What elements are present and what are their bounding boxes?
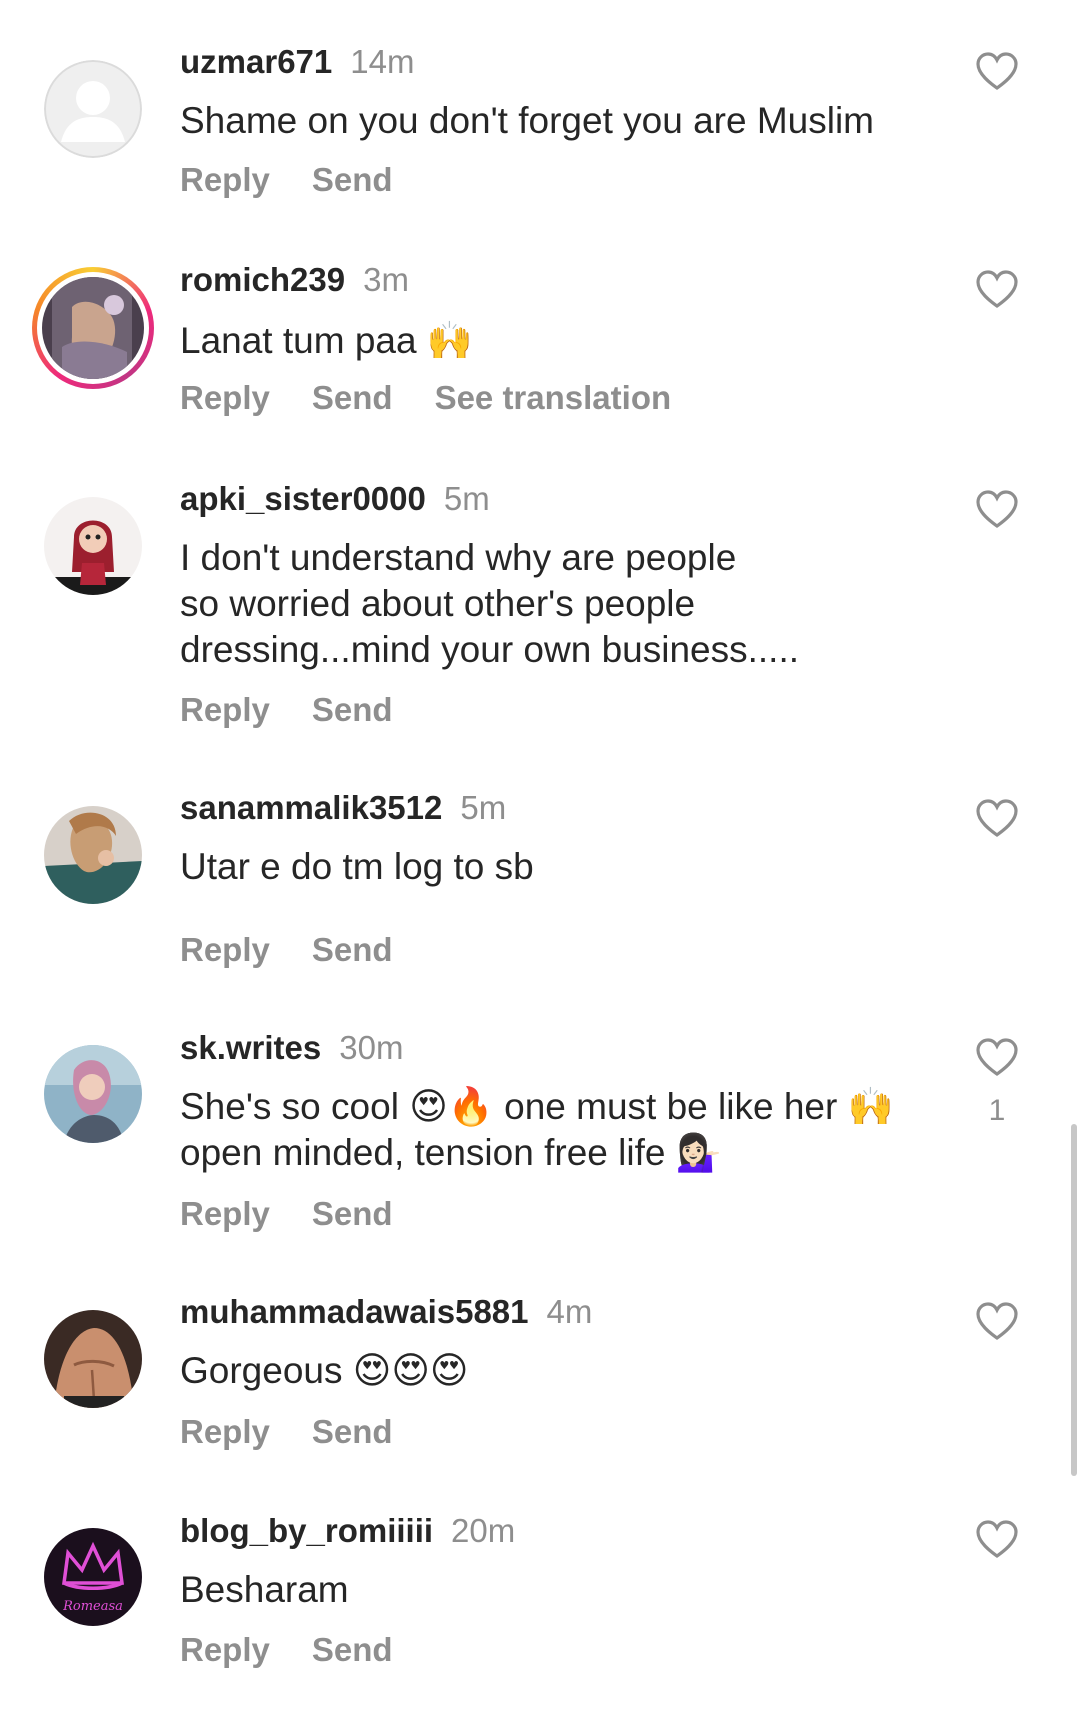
comment-actions: Reply Send xyxy=(180,160,435,200)
photo-avatar xyxy=(44,1310,142,1408)
username[interactable]: uzmar671 xyxy=(180,43,332,80)
send-button[interactable]: Send xyxy=(312,1413,393,1450)
heart-icon[interactable] xyxy=(974,488,1020,530)
reply-button[interactable]: Reply xyxy=(180,691,270,728)
avatar[interactable] xyxy=(44,1310,142,1408)
default-user-icon xyxy=(44,60,142,158)
comment-text: She's so cool 😍🔥 one must be like her 🙌 … xyxy=(180,1086,894,1173)
photo-avatar xyxy=(42,277,144,379)
comment-text: Besharam xyxy=(180,1569,349,1610)
send-button[interactable]: Send xyxy=(312,1195,393,1232)
username[interactable]: blog_by_romiiiii xyxy=(180,1512,433,1549)
avatar-with-story-ring[interactable] xyxy=(32,267,154,389)
timestamp: 3m xyxy=(363,261,409,298)
heart-icon[interactable] xyxy=(974,1036,1020,1078)
avatar-logo-text: Romeasa xyxy=(62,1599,123,1614)
comment-text: I don't understand why are people so wor… xyxy=(180,537,800,670)
crown-logo-avatar: Romeasa xyxy=(44,1528,142,1626)
comment-actions: Reply Send xyxy=(180,1630,435,1670)
cartoon-avatar xyxy=(44,497,142,595)
timestamp: 20m xyxy=(451,1512,516,1549)
avatar[interactable] xyxy=(44,497,142,595)
heart-icon[interactable] xyxy=(974,50,1020,92)
avatar[interactable] xyxy=(44,1045,142,1143)
heart-icon[interactable] xyxy=(974,268,1020,310)
send-button[interactable]: Send xyxy=(312,379,393,416)
comment-actions: Reply Send See translation xyxy=(180,378,713,418)
send-button[interactable]: Send xyxy=(312,161,393,198)
comment-header: apki_sister0000 5m xyxy=(180,479,490,519)
comment-header: sk.writes 30m xyxy=(180,1028,403,1068)
avatar[interactable]: Romeasa xyxy=(44,1528,142,1626)
comment-text: Lanat tum paa 🙌 xyxy=(180,320,473,361)
reply-button[interactable]: Reply xyxy=(180,1195,270,1232)
username[interactable]: romich239 xyxy=(180,261,345,298)
comment-header: muhammadawais5881 4m xyxy=(180,1292,592,1332)
heart-icon[interactable] xyxy=(974,1518,1020,1560)
heart-icon[interactable] xyxy=(974,797,1020,839)
timestamp: 14m xyxy=(350,43,415,80)
timestamp: 30m xyxy=(339,1029,404,1066)
send-button[interactable]: Send xyxy=(312,931,393,968)
scrollbar[interactable] xyxy=(1071,1124,1077,1476)
comment-header: uzmar671 14m xyxy=(180,42,414,82)
timestamp: 5m xyxy=(443,480,490,517)
timestamp: 5m xyxy=(460,789,507,826)
send-button[interactable]: Send xyxy=(312,1631,393,1668)
comment-header: blog_by_romiiiii 20m xyxy=(180,1511,515,1551)
comment-text: Utar e do tm log to sb xyxy=(180,846,534,887)
like-count[interactable]: 1 xyxy=(984,1094,1010,1128)
comment-actions: Reply Send xyxy=(180,1412,435,1452)
username[interactable]: sk.writes xyxy=(180,1029,321,1066)
username[interactable]: apki_sister0000 xyxy=(180,480,426,517)
comment-actions: Reply Send xyxy=(180,930,435,970)
reply-button[interactable]: Reply xyxy=(180,1413,270,1450)
timestamp: 4m xyxy=(546,1293,593,1330)
comment-header: romich239 3m xyxy=(180,260,409,300)
reply-button[interactable]: Reply xyxy=(180,1631,270,1668)
avatar[interactable] xyxy=(44,60,142,158)
photo-avatar xyxy=(44,806,142,904)
reply-button[interactable]: Reply xyxy=(180,161,270,198)
comment-text: Shame on you don't forget you are Muslim xyxy=(180,100,874,141)
send-button[interactable]: Send xyxy=(312,691,393,728)
avatar[interactable] xyxy=(44,806,142,904)
reply-button[interactable]: Reply xyxy=(180,931,270,968)
username[interactable]: muhammadawais5881 xyxy=(180,1293,529,1330)
photo-avatar xyxy=(44,1045,142,1143)
see-translation-button[interactable]: See translation xyxy=(435,379,672,416)
comment-actions: Reply Send xyxy=(180,690,435,730)
username[interactable]: sanammalik3512 xyxy=(180,789,442,826)
reply-button[interactable]: Reply xyxy=(180,379,270,416)
comment-text: Gorgeous 😍😍😍 xyxy=(180,1350,469,1391)
comment-header: sanammalik3512 5m xyxy=(180,788,506,828)
comment-actions: Reply Send xyxy=(180,1194,435,1234)
heart-icon[interactable] xyxy=(974,1300,1020,1342)
